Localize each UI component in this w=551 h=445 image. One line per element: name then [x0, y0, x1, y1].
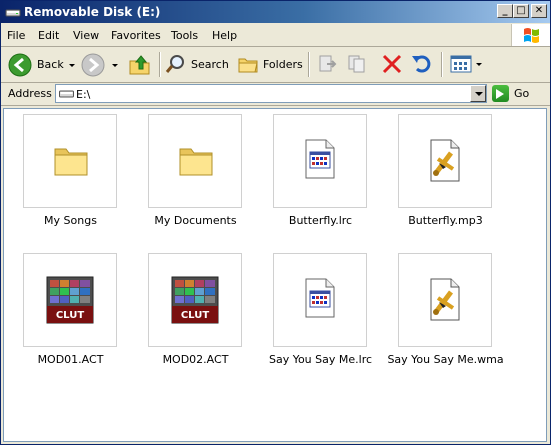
toolbar-separator — [159, 52, 161, 77]
forward-arrow-icon[interactable] — [81, 53, 105, 77]
move-to-icon[interactable] — [317, 54, 339, 74]
file-name: Butterfly.lrc — [288, 214, 353, 227]
title-bar[interactable]: Removable Disk (E:) _ □ ✕ — [1, 1, 550, 23]
toolbar-separator — [308, 52, 310, 77]
drive-icon — [59, 90, 74, 98]
go-button[interactable]: Go — [514, 87, 529, 100]
folder-icon — [54, 148, 88, 176]
up-folder-icon[interactable] — [127, 52, 153, 76]
views-dropdown-icon[interactable] — [476, 63, 482, 66]
list-item[interactable]: Butterfly.lrc — [258, 110, 383, 245]
menu-tools[interactable]: Tools — [171, 29, 198, 42]
thumbnail: CLUT — [148, 253, 242, 347]
back-dropdown-icon[interactable] — [69, 64, 75, 67]
clut-label: CLUT — [56, 310, 84, 321]
thumbnail — [23, 114, 117, 208]
thumbnail: CLUT — [23, 253, 117, 347]
toolbar: Back Search Folders — [1, 47, 550, 83]
menu-favorites[interactable]: Favorites — [111, 29, 161, 42]
lrc-file-icon — [305, 278, 335, 318]
file-name: MOD01.ACT — [37, 353, 104, 366]
list-item[interactable]: My Documents — [133, 110, 258, 245]
delete-icon[interactable] — [381, 54, 403, 74]
search-button[interactable]: Search — [191, 58, 229, 71]
lrc-file-icon — [305, 139, 335, 179]
media-file-icon — [430, 139, 460, 182]
menu-file[interactable]: File — [7, 29, 25, 42]
folders-icon[interactable] — [237, 53, 259, 75]
window-title: Removable Disk (E:) — [24, 5, 161, 19]
thumbnail — [398, 114, 492, 208]
menu-edit[interactable]: Edit — [38, 29, 59, 42]
thumbnail — [273, 253, 367, 347]
list-item[interactable]: CLUT MOD02.ACT — [133, 249, 258, 384]
address-field[interactable]: E:\ — [55, 84, 487, 103]
thumbnail — [398, 253, 492, 347]
folder-icon — [179, 148, 213, 176]
file-name: Butterfly.mp3 — [408, 214, 483, 227]
forward-dropdown-icon[interactable] — [112, 64, 118, 67]
media-file-icon — [430, 278, 460, 321]
removable-disk-icon — [5, 9, 21, 17]
file-name: My Songs — [44, 214, 97, 227]
file-name: Say You Say Me.lrc — [268, 353, 373, 366]
address-bar: Address E:\ Go — [1, 83, 550, 106]
go-arrow-icon[interactable] — [492, 85, 509, 102]
views-icon[interactable] — [450, 54, 472, 74]
list-item[interactable]: My Songs — [8, 110, 133, 245]
clut-file-icon: CLUT — [46, 276, 94, 324]
address-value[interactable]: E:\ — [76, 88, 90, 101]
list-item[interactable]: CLUT MOD01.ACT — [8, 249, 133, 384]
file-name: My Documents — [154, 214, 237, 227]
address-dropdown-button[interactable] — [470, 85, 486, 102]
thumbnail — [273, 114, 367, 208]
list-item[interactable]: Say You Say Me.lrc — [258, 249, 383, 384]
clut-label: CLUT — [181, 310, 209, 321]
file-name: MOD02.ACT — [162, 353, 229, 366]
list-item[interactable]: Butterfly.mp3 — [383, 110, 508, 245]
thumbnail — [148, 114, 242, 208]
file-view[interactable]: My Songs My Documents Butterfly.lrc Butt… — [3, 108, 547, 442]
minimize-button[interactable]: _ — [497, 4, 513, 18]
undo-icon[interactable] — [411, 53, 435, 75]
toolbar-separator — [441, 52, 443, 77]
menu-help[interactable]: Help — [212, 29, 237, 42]
search-icon[interactable] — [165, 53, 187, 75]
close-button[interactable]: ✕ — [531, 4, 547, 18]
menu-bar: File Edit View Favorites Tools Help — [1, 24, 550, 47]
clut-file-icon: CLUT — [171, 276, 219, 324]
address-label: Address — [8, 87, 52, 100]
windows-logo — [511, 24, 550, 46]
menu-view[interactable]: View — [73, 29, 99, 42]
list-item[interactable]: Say You Say Me.wma — [383, 249, 508, 384]
explorer-window: Removable Disk (E:) _ □ ✕ File Edit View… — [0, 0, 551, 445]
back-arrow-icon[interactable] — [8, 53, 32, 77]
maximize-button[interactable]: □ — [513, 4, 529, 18]
back-button[interactable]: Back — [37, 58, 64, 71]
copy-to-icon[interactable] — [347, 54, 369, 74]
folders-button[interactable]: Folders — [263, 58, 303, 71]
file-name: Say You Say Me.wma — [387, 353, 504, 366]
